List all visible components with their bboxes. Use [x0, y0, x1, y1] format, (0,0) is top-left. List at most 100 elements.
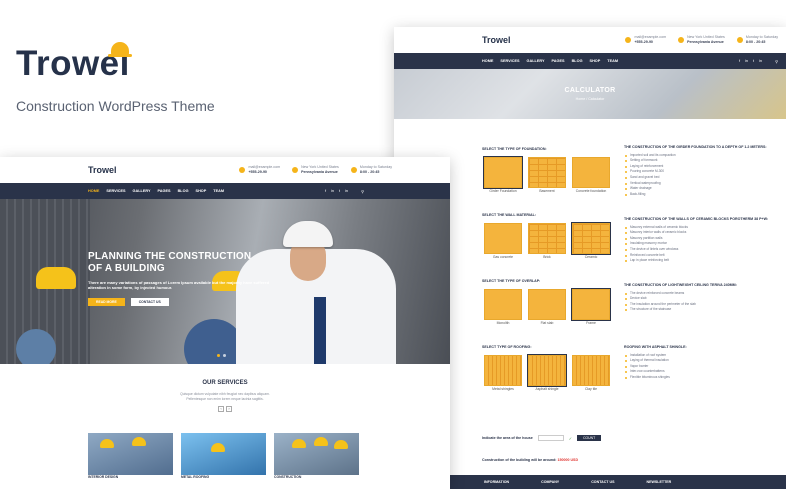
page-title: CALCULATOR [564, 87, 616, 94]
hours-info: Monday to Saturday 8:00 - 20:45 [350, 165, 392, 174]
site-logo[interactable]: Trowel [482, 35, 511, 45]
contact-info: mail@example.com +555-29-90 [239, 165, 280, 174]
address-info: New York United States Pennsylvania Avenu… [292, 165, 339, 174]
helmet-icon [132, 437, 146, 446]
area-input[interactable] [537, 435, 564, 441]
contact-info: mail@example.com +555-29-90 [625, 35, 666, 44]
slider-dot[interactable] [223, 354, 226, 357]
prev-arrow-icon[interactable]: ‹ [218, 405, 224, 412]
detail-list: The device reinforced concrete beams Dev… [624, 291, 779, 313]
nav-blog[interactable]: BLOG [178, 189, 189, 193]
hero-slider: PLANNING THE CONSTRUCTION OF A BUILDING … [0, 199, 450, 364]
hard-hat-icon [283, 221, 333, 247]
foundation-option[interactable]: Concrete foundation [572, 157, 610, 193]
wall-details: THE CONSTRUCTION OF THE WALLS OF CERAMIC… [624, 217, 779, 264]
site-footer: INFORMATION COMPANY CONTACT US NEWSLETTE… [394, 475, 786, 489]
nav-team[interactable]: TEAM [213, 189, 224, 193]
roofing-details: ROOFING WITH ASPHALT SHINGLE: Installati… [624, 345, 779, 381]
nav-shop[interactable]: SHOP [196, 189, 207, 193]
theme-preview: Trowel Construction WordPress Theme Trow… [0, 0, 786, 489]
detail-list: Installation of roof system Laying of th… [624, 353, 779, 381]
nav-services[interactable]: SERVICES [106, 189, 125, 193]
instagram-icon[interactable]: in [331, 189, 334, 193]
foundation-option[interactable]: Girder Foundation [483, 156, 523, 193]
read-more-button[interactable]: READ MORE [88, 298, 125, 306]
service-card[interactable]: INTERIOR DESIGN [88, 433, 173, 479]
nav-team[interactable]: TEAM [607, 59, 618, 63]
area-input-row: Indicate the area of the house ✓ COUNT [482, 435, 602, 441]
services-title: OUR SERVICES [202, 380, 248, 386]
social-links: f in t in [325, 189, 348, 193]
twitter-icon[interactable]: t [753, 59, 754, 63]
service-card[interactable]: CONSTRUCTION [274, 433, 359, 479]
overlap-option[interactable]: Monolith [484, 289, 522, 325]
roofing-option[interactable]: Metal shingles [484, 355, 522, 391]
check-icon: ✓ [568, 435, 573, 441]
overlap-option[interactable]: Frame [571, 288, 611, 325]
roofing-options: Metal shingles Asphalt shingle Clay tile [484, 354, 610, 391]
next-arrow-icon[interactable]: › [226, 405, 232, 412]
page-banner: CALCULATOR Home / Calculator [394, 69, 786, 119]
wall-option[interactable]: Ceramic [571, 222, 611, 259]
footer-company: COMPANY [541, 480, 560, 484]
foundation-label: SELECT THE TYPE OF FOUNDATION: [482, 147, 547, 151]
linkedin-icon[interactable]: in [345, 189, 348, 193]
count-button[interactable]: COUNT [577, 435, 602, 441]
brand-logo: Trowel [16, 42, 132, 84]
wall-options: Gas concrete Brick Ceramic [484, 222, 611, 259]
detail-list: Imported soil and its compaction Setting… [624, 153, 779, 198]
nav-gallery[interactable]: GALLERY [133, 189, 151, 193]
overlap-option[interactable]: Flat slab [528, 289, 566, 325]
breadcrumb: Home / Calculator [575, 97, 605, 101]
nav-home[interactable]: HOME [88, 189, 99, 193]
instagram-icon[interactable]: in [745, 59, 748, 63]
nav-pages[interactable]: PAGES [158, 189, 171, 193]
wall-option[interactable]: Gas concrete [484, 223, 522, 259]
phone-icon [239, 167, 246, 173]
site-logo[interactable]: Trowel [88, 165, 117, 175]
wall-material-label: SELECT THE WALL MATERIAL: [482, 213, 536, 217]
site-header: Trowel mail@example.com +555-29-90 New Yo… [0, 157, 450, 183]
slider-dot[interactable] [217, 354, 220, 357]
roofing-label: SELECT TYPE OF ROOFING: [482, 345, 532, 349]
location-icon [678, 37, 685, 43]
nav-pages[interactable]: PAGES [552, 59, 565, 63]
twitter-icon[interactable]: t [339, 189, 340, 193]
foundation-option[interactable]: Basement [528, 157, 566, 193]
hours-info: Monday to Saturday 8:00 - 20:45 [736, 35, 778, 44]
calendar-icon [736, 37, 743, 43]
nav-shop[interactable]: SHOP [590, 59, 601, 63]
overlap-label: SELECT THE TYPE OF OVERLAP: [482, 279, 541, 283]
detail-list: Masonry external walls of ceramic blocks… [624, 225, 779, 264]
footer-information: INFORMATION [484, 480, 510, 484]
social-links: f in t in [739, 59, 762, 63]
location-icon [292, 167, 299, 173]
roofing-option[interactable]: Clay tile [572, 355, 610, 391]
hero-title: PLANNING THE CONSTRUCTION OF A BUILDING [88, 251, 252, 274]
ceiling-details: THE CONSTRUCTION OF LIGHTWEIGHT CEILING … [624, 283, 779, 313]
phone-icon [625, 37, 632, 43]
foundation-details: THE CONSTRUCTION OF THE GIRDER FOUNDATIO… [624, 145, 779, 197]
service-cards: INTERIOR DESIGN METAL ROOFING CONSTRUCTI… [88, 433, 359, 479]
nav-blog[interactable]: BLOG [572, 59, 583, 63]
foundation-options: Girder Foundation Basement Concrete foun… [483, 156, 610, 193]
search-icon[interactable]: ⚲ [775, 59, 778, 64]
nav-home[interactable]: HOME [482, 59, 493, 63]
nav-services[interactable]: SERVICES [500, 59, 519, 63]
main-nav: HOME SERVICES GALLERY PAGES BLOG SHOP TE… [394, 53, 786, 69]
linkedin-icon[interactable]: in [759, 59, 762, 63]
contact-us-button[interactable]: CONTACT US [130, 298, 169, 306]
helmet-icon [108, 42, 132, 57]
hero-buttons: READ MORE CONTACT US [88, 298, 169, 306]
slider-dots [217, 354, 226, 357]
search-icon[interactable]: ⚲ [361, 189, 364, 194]
facebook-icon[interactable]: f [739, 59, 740, 63]
facebook-icon[interactable]: f [325, 189, 326, 193]
helmet-icon [314, 437, 328, 446]
calendar-icon [350, 167, 357, 173]
wall-option[interactable]: Brick [528, 223, 566, 259]
roofing-option[interactable]: Asphalt shingle [527, 354, 567, 391]
service-card[interactable]: METAL ROOFING [181, 433, 266, 479]
services-section: OUR SERVICES Quisque dictum vulputate ni… [0, 380, 450, 412]
nav-gallery[interactable]: GALLERY [527, 59, 545, 63]
